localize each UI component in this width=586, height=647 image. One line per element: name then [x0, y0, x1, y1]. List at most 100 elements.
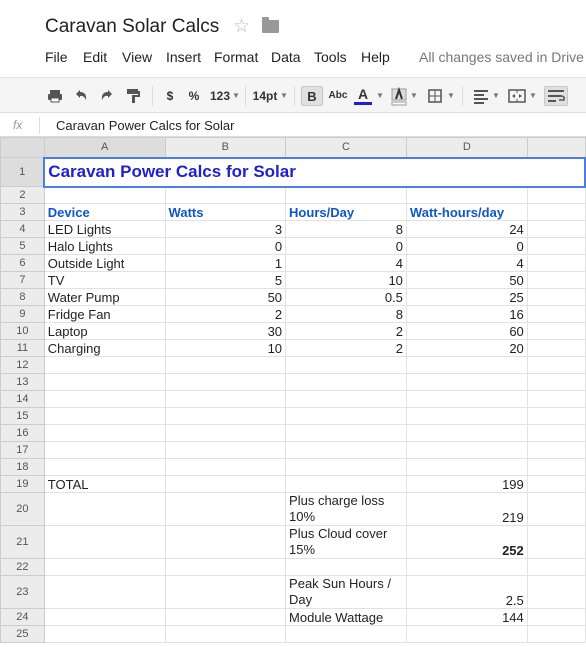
cell[interactable]: [43, 492, 166, 526]
cell[interactable]: [526, 322, 586, 340]
cell[interactable]: 50: [164, 288, 287, 306]
cell[interactable]: LED Lights: [43, 220, 166, 238]
cell[interactable]: [164, 525, 287, 559]
cell[interactable]: [43, 390, 166, 408]
cell[interactable]: [285, 407, 407, 425]
cell[interactable]: [405, 558, 528, 576]
cell[interactable]: 10: [285, 271, 407, 289]
cell[interactable]: [164, 608, 287, 626]
paint-format-icon[interactable]: [124, 86, 142, 106]
column-header-c[interactable]: C: [285, 137, 407, 158]
cell[interactable]: [43, 407, 166, 425]
title-cell[interactable]: Caravan Power Calcs for Solar: [43, 156, 586, 188]
cell[interactable]: [164, 356, 287, 374]
cell[interactable]: 199: [405, 475, 528, 493]
cell[interactable]: [285, 475, 407, 493]
cell[interactable]: 219: [405, 492, 528, 526]
row-header[interactable]: 2: [0, 186, 45, 204]
cell[interactable]: 1: [164, 254, 287, 272]
chevron-down-icon[interactable]: ▼: [280, 86, 288, 106]
menu-file[interactable]: File: [45, 49, 68, 65]
cell[interactable]: [285, 186, 407, 204]
cell[interactable]: [43, 625, 166, 643]
cell[interactable]: [43, 458, 166, 476]
cell[interactable]: [526, 424, 586, 442]
row-header[interactable]: 21: [0, 525, 45, 559]
cell[interactable]: [285, 625, 407, 643]
cell[interactable]: 4: [405, 254, 528, 272]
cell[interactable]: [526, 390, 586, 408]
cell[interactable]: [526, 608, 586, 626]
cell[interactable]: Water Pump: [43, 288, 166, 306]
cell[interactable]: [164, 373, 287, 391]
cell[interactable]: [164, 186, 287, 204]
cell[interactable]: [43, 558, 166, 576]
cell[interactable]: 144: [405, 608, 528, 626]
cell[interactable]: [164, 625, 287, 643]
header-cell[interactable]: Device: [43, 203, 166, 221]
cell[interactable]: [43, 525, 166, 559]
borders-icon[interactable]: [426, 86, 444, 106]
row-header[interactable]: 22: [0, 558, 45, 576]
cell[interactable]: 4: [285, 254, 407, 272]
row-header[interactable]: 8: [0, 288, 45, 306]
align-left-icon[interactable]: [472, 86, 490, 106]
cell[interactable]: [526, 373, 586, 391]
cell[interactable]: 25: [405, 288, 528, 306]
cell[interactable]: [405, 186, 528, 204]
cell[interactable]: 10: [164, 339, 287, 357]
row-header[interactable]: 13: [0, 373, 45, 391]
cell[interactable]: [526, 203, 586, 221]
cell[interactable]: [526, 475, 586, 493]
cell[interactable]: [405, 441, 528, 459]
row-header[interactable]: 10: [0, 322, 45, 340]
font-size-select[interactable]: 14pt: [252, 86, 278, 106]
cell[interactable]: [526, 356, 586, 374]
row-header[interactable]: 23: [0, 575, 45, 609]
cell[interactable]: [43, 608, 166, 626]
cell[interactable]: [526, 288, 586, 306]
cell[interactable]: 0: [164, 237, 287, 255]
cell[interactable]: [285, 373, 407, 391]
cell[interactable]: [405, 356, 528, 374]
row-header[interactable]: 5: [0, 237, 45, 255]
bold-button[interactable]: B: [301, 86, 323, 106]
row-header[interactable]: 4: [0, 220, 45, 238]
header-cell[interactable]: Watt-hours/day: [405, 203, 528, 221]
currency-button[interactable]: $: [162, 86, 178, 106]
cell[interactable]: [405, 458, 528, 476]
cell[interactable]: [526, 254, 586, 272]
cell[interactable]: 0.5: [285, 288, 407, 306]
cell[interactable]: [526, 339, 586, 357]
cell[interactable]: [526, 237, 586, 255]
cell[interactable]: [526, 441, 586, 459]
cell[interactable]: [526, 305, 586, 323]
cell[interactable]: Peak Sun Hours / Day: [285, 575, 407, 609]
chevron-down-icon[interactable]: ▼: [410, 86, 418, 106]
cell[interactable]: 20: [405, 339, 528, 357]
cell[interactable]: [285, 441, 407, 459]
cell[interactable]: [164, 558, 287, 576]
undo-icon[interactable]: [72, 86, 90, 106]
header-cell[interactable]: Watts: [164, 203, 287, 221]
cell[interactable]: Plus Cloud cover 15%: [285, 525, 407, 559]
cell[interactable]: 2: [164, 305, 287, 323]
cell[interactable]: [164, 390, 287, 408]
cell[interactable]: [164, 575, 287, 609]
row-header[interactable]: 6: [0, 254, 45, 272]
row-header[interactable]: 16: [0, 424, 45, 442]
cell[interactable]: [526, 186, 586, 204]
chevron-down-icon[interactable]: ▼: [529, 86, 537, 106]
row-header[interactable]: 3: [0, 203, 45, 221]
cell[interactable]: Halo Lights: [43, 237, 166, 255]
cell[interactable]: [43, 441, 166, 459]
cell[interactable]: [526, 525, 586, 559]
chevron-down-icon[interactable]: ▼: [232, 86, 240, 106]
row-header[interactable]: 20: [0, 492, 45, 526]
cell[interactable]: 8: [285, 305, 407, 323]
cell[interactable]: 2: [285, 339, 407, 357]
row-header[interactable]: 1: [0, 157, 45, 187]
cell[interactable]: [43, 373, 166, 391]
corner-cell[interactable]: [0, 137, 45, 158]
cell[interactable]: [526, 220, 586, 238]
